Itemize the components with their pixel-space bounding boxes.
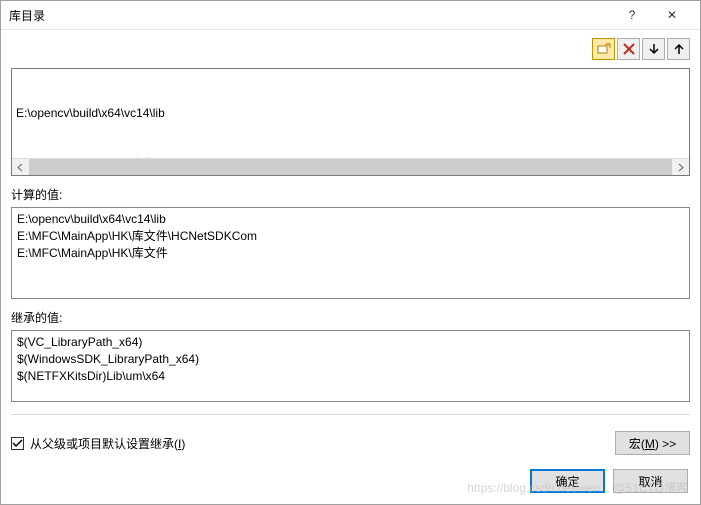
titlebar: 库目录 ? ✕: [1, 1, 700, 30]
editable-paths-list[interactable]: E:\opencv\build\x64\vc14\lib E:\MFC\Main…: [11, 68, 690, 176]
scroll-right-icon[interactable]: [672, 159, 689, 176]
list-toolbar: [11, 36, 690, 64]
list-item: $(WindowsSDK_LibraryPath_x64): [17, 351, 684, 368]
dialog-content: E:\opencv\build\x64\vc14\lib E:\MFC\Main…: [1, 30, 700, 505]
check-icon: [12, 438, 23, 449]
horizontal-scrollbar[interactable]: [12, 158, 689, 175]
list-item: E:\MFC\MainApp\HK\库文件: [17, 245, 684, 262]
list-item[interactable]: E:\opencv\build\x64\vc14\lib: [16, 105, 685, 122]
delete-button[interactable]: [617, 38, 640, 60]
cancel-button[interactable]: 取消: [613, 469, 688, 493]
divider: [11, 414, 690, 415]
help-button[interactable]: ?: [612, 1, 652, 29]
computed-values-label: 计算的值:: [11, 186, 690, 203]
window-title: 库目录: [9, 7, 612, 24]
list-item: E:\opencv\build\x64\vc14\lib: [17, 211, 684, 228]
new-line-button[interactable]: [592, 38, 615, 60]
inherit-row: 从父级或项目默认设置继承(I) 宏(M) >>: [11, 427, 690, 455]
list-item: $(VC_LibraryPath_x64): [17, 334, 684, 351]
scroll-left-icon[interactable]: [12, 159, 29, 176]
new-line-icon: [597, 42, 611, 56]
computed-values-box[interactable]: E:\opencv\build\x64\vc14\lib E:\MFC\Main…: [11, 207, 690, 299]
delete-icon: [622, 42, 636, 56]
arrow-down-icon: [647, 42, 661, 56]
list-item: E:\MFC\MainApp\HK\库文件\HCNetSDKCom: [17, 228, 684, 245]
inherit-label: 从父级或项目默认设置继承(I): [30, 435, 185, 452]
arrow-up-icon: [672, 42, 686, 56]
dialog-button-bar: 确定 取消: [11, 459, 690, 495]
move-down-button[interactable]: [642, 38, 665, 60]
ok-button[interactable]: 确定: [530, 469, 605, 493]
inherit-checkbox[interactable]: [11, 437, 24, 450]
macros-button[interactable]: 宏(M) >>: [615, 431, 690, 455]
inherited-values-label: 继承的值:: [11, 309, 690, 326]
scroll-track[interactable]: [29, 159, 672, 176]
inherited-values-box[interactable]: $(VC_LibraryPath_x64) $(WindowsSDK_Libra…: [11, 330, 690, 402]
move-up-button[interactable]: [667, 38, 690, 60]
scroll-thumb[interactable]: [29, 159, 672, 176]
inherit-checkbox-wrap[interactable]: 从父级或项目默认设置继承(I): [11, 435, 615, 452]
close-button[interactable]: ✕: [652, 1, 692, 29]
list-item: $(NETFXKitsDir)Lib\um\x64: [17, 368, 684, 385]
library-directories-dialog: 库目录 ? ✕ E:\opencv\build\x64\vc14\lib E:\…: [0, 0, 701, 505]
close-icon: ✕: [667, 8, 677, 22]
